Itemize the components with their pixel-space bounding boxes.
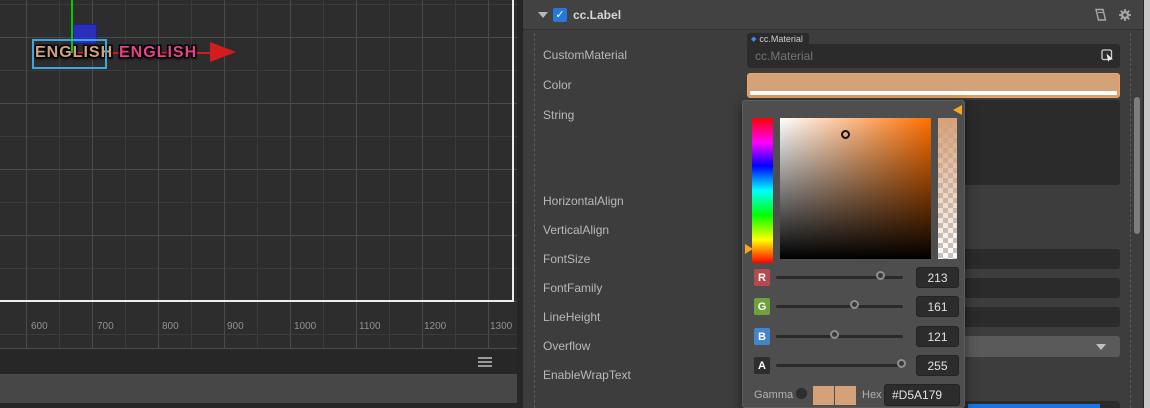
gamma-label: Gamma: [754, 389, 794, 401]
prop-label-line-height: LineHeight: [543, 310, 601, 324]
alpha-slider[interactable]: [938, 118, 957, 259]
ruler-tick: 900: [227, 321, 244, 332]
scene-bottom-toolbar: [0, 348, 517, 373]
prop-label-font-family: FontFamily: [543, 281, 603, 295]
asset-diamond-icon: ◆: [751, 35, 757, 43]
hue-marker-icon[interactable]: [745, 244, 753, 254]
prop-label-enable-wrap-text: EnableWrapText: [543, 368, 631, 382]
chevron-down-icon: [1096, 344, 1106, 350]
ruler-tick: 1000: [294, 321, 317, 332]
a-value-box[interactable]: 255: [916, 355, 959, 376]
ruler-tick: 600: [31, 321, 48, 332]
focus-highlight: [968, 404, 1100, 408]
gizmo-x-arrow-icon[interactable]: [210, 42, 236, 62]
alpha-marker-icon[interactable]: [953, 105, 962, 115]
b-badge: B: [754, 328, 770, 345]
r-slider[interactable]: [776, 271, 903, 280]
inspector-scrollbar[interactable]: [1134, 97, 1140, 234]
custom-material-field[interactable]: cc.Material: [747, 44, 1120, 68]
b-slider-thumb[interactable]: [830, 330, 840, 339]
editor-root: 600 700 800 900 1000 1100 1200 1300 ENGL…: [0, 0, 1150, 408]
b-slider[interactable]: [776, 330, 903, 339]
ruler-tick: 800: [162, 321, 179, 332]
color-preview-swatch-2[interactable]: [835, 386, 856, 405]
hex-label: Hex: [862, 389, 882, 401]
saturation-value-area[interactable]: [780, 118, 931, 259]
collapse-arrow-icon[interactable]: [538, 12, 548, 18]
component-header[interactable]: cc.Label: [523, 0, 1143, 30]
asset-picker-icon[interactable]: [1101, 49, 1115, 68]
color-picker-popup: R 213 G 161 B 121 A 255 Gamma Hex: [742, 100, 965, 408]
channel-row-r: R 213: [743, 267, 966, 290]
settings-gear-icon[interactable]: [1118, 8, 1132, 27]
prop-label-vertical-align: VerticalAlign: [543, 223, 610, 237]
a-slider-thumb[interactable]: [897, 359, 906, 368]
a-badge: A: [754, 357, 770, 374]
g-value-box[interactable]: 161: [916, 296, 959, 317]
g-badge: G: [754, 298, 770, 315]
prop-label-color: Color: [543, 78, 572, 92]
prop-label-overflow: Overflow: [543, 339, 591, 353]
channel-row-b: B 121: [743, 326, 966, 349]
scene-panel: 600 700 800 900 1000 1100 1200 1300 ENGL…: [0, 0, 517, 408]
ruler-tick: 1100: [359, 321, 381, 332]
prop-label-font-size: FontSize: [543, 252, 591, 266]
scene-label-node-shadow[interactable]: ENGLISH: [119, 44, 197, 62]
menu-icon[interactable]: [478, 357, 492, 359]
scene-bottom-edge: [0, 403, 517, 408]
sv-marker-icon[interactable]: [841, 130, 850, 139]
indent-guide-left: [534, 33, 535, 408]
a-slider[interactable]: [776, 359, 906, 368]
prop-label-custom-material: CustomMaterial: [543, 48, 628, 62]
ruler-tick: 1300: [490, 321, 513, 332]
channel-row-a: A 255: [743, 355, 966, 378]
hex-input[interactable]: [884, 384, 960, 406]
scene-status-bar: [0, 374, 517, 403]
channel-row-g: G 161: [743, 296, 966, 319]
r-badge: R: [754, 269, 770, 286]
r-slider-thumb[interactable]: [876, 271, 886, 280]
prop-label-horizontal-align: HorizontalAlign: [543, 194, 624, 208]
component-title: cc.Label: [573, 8, 622, 22]
design-resolution-border-right: [512, 0, 514, 301]
selection-outline: [32, 39, 107, 69]
b-value-box[interactable]: 121: [916, 326, 959, 347]
color-preview-swatch[interactable]: [813, 386, 834, 405]
indent-guide-right: [1130, 33, 1131, 408]
help-icon[interactable]: [1093, 8, 1108, 27]
color-alpha-strip: [750, 91, 1117, 95]
g-slider-thumb[interactable]: [850, 300, 860, 309]
hue-slider[interactable]: [752, 118, 773, 263]
panel-splitter[interactable]: [1144, 0, 1150, 408]
r-value-box[interactable]: 213: [916, 267, 959, 288]
color-field[interactable]: [747, 73, 1120, 98]
prop-label-string: String: [543, 108, 575, 122]
ruler-tick: 700: [97, 321, 114, 332]
ruler-tick: 1200: [424, 321, 447, 332]
gamma-toggle[interactable]: [795, 387, 808, 400]
g-slider[interactable]: [776, 300, 903, 309]
design-resolution-border-bottom: [0, 300, 514, 302]
component-enabled-checkbox[interactable]: [553, 8, 567, 22]
